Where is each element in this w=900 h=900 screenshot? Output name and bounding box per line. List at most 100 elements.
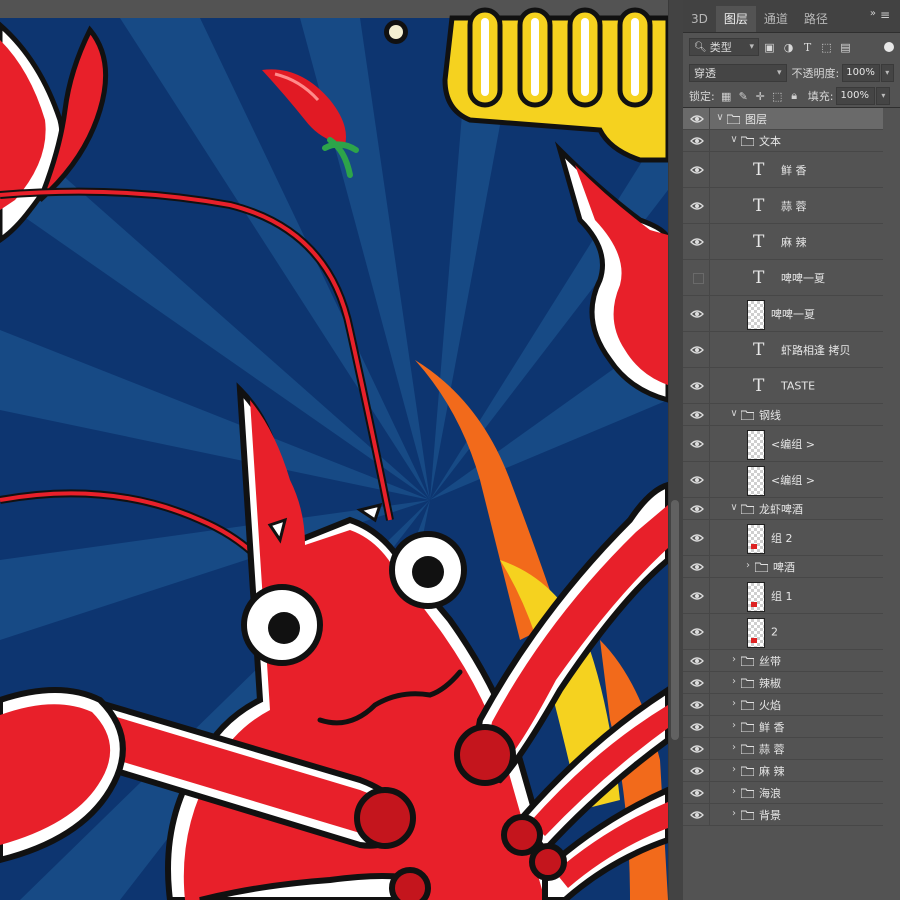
fill-dropdown-icon[interactable]: ▾	[876, 87, 891, 105]
chevron-down-icon[interactable]: ∨	[729, 502, 739, 513]
layer-row[interactable]: 组 2	[683, 520, 883, 556]
eye-icon[interactable]	[690, 201, 704, 211]
smart-object-filter-icon[interactable]: ▤	[837, 41, 854, 54]
chevron-down-icon[interactable]: ∨	[729, 408, 739, 419]
chevron-right-icon[interactable]: ›	[729, 808, 739, 819]
eye-icon[interactable]	[690, 562, 704, 572]
row-divider	[709, 462, 710, 497]
tab-paths[interactable]: 路径	[796, 6, 836, 32]
canvas-scrollbar-thumb[interactable]	[671, 500, 679, 740]
layer-row[interactable]: › 火焰	[683, 694, 883, 716]
eye-icon[interactable]	[690, 114, 704, 124]
eye-icon[interactable]	[690, 309, 704, 319]
filter-kind-select[interactable]: 🔍︎ 类型 ▾	[689, 38, 759, 56]
visibility-off-toggle[interactable]	[693, 272, 704, 284]
panel-menu-icon[interactable]: ≡	[880, 8, 894, 22]
layer-row[interactable]: ∨ 龙虾啤酒	[683, 498, 883, 520]
layer-row[interactable]: T鲜 香	[683, 152, 883, 188]
eye-icon[interactable]	[690, 410, 704, 420]
layer-row[interactable]: ∨ 图层	[683, 108, 883, 130]
layer-row[interactable]: › 麻 辣	[683, 760, 883, 782]
layer-row[interactable]: › 啤酒	[683, 556, 883, 578]
eye-icon[interactable]	[690, 475, 704, 485]
chevron-right-icon[interactable]: ›	[729, 676, 739, 687]
chevron-right-icon[interactable]: ›	[729, 764, 739, 775]
panel-tab-bar: 3D 图层 通道 路径 » ≡	[683, 0, 900, 33]
pixel-filter-icon[interactable]: ▣	[761, 41, 778, 54]
adjustment-filter-icon[interactable]: ◑	[780, 41, 797, 54]
blend-mode-select[interactable]: 穿透 ▾	[689, 64, 787, 82]
eye-icon[interactable]	[690, 504, 704, 514]
layer-row[interactable]: ∨ 文本	[683, 130, 883, 152]
chevron-right-icon[interactable]: ›	[729, 742, 739, 753]
eye-icon[interactable]	[690, 744, 704, 754]
eye-icon[interactable]	[690, 237, 704, 247]
eye-icon[interactable]	[690, 533, 704, 543]
eye-icon[interactable]	[690, 722, 704, 732]
text-layer-icon: T	[753, 375, 765, 396]
layer-row[interactable]: › 蒜 蓉	[683, 738, 883, 760]
fill-input[interactable]: 100%	[836, 87, 876, 105]
tab-channels[interactable]: 通道	[756, 6, 796, 32]
eye-icon[interactable]	[690, 700, 704, 710]
layer-row[interactable]: ∨ 钢线	[683, 404, 883, 426]
opacity-dropdown-icon[interactable]: ▾	[880, 64, 894, 82]
collapse-icon[interactable]: »	[870, 8, 876, 19]
layer-row[interactable]: T蒜 蓉	[683, 188, 883, 224]
chevron-right-icon[interactable]: ›	[729, 698, 739, 709]
layer-row[interactable]: › 丝带	[683, 650, 883, 672]
eye-icon[interactable]	[690, 810, 704, 820]
opacity-input[interactable]: 100%	[842, 64, 880, 82]
fill-label: 填充:	[807, 90, 834, 103]
eye-icon[interactable]	[690, 627, 704, 637]
eye-icon[interactable]	[690, 165, 704, 175]
layer-row[interactable]: 2	[683, 614, 883, 650]
eye-icon[interactable]	[690, 381, 704, 391]
row-divider	[709, 694, 710, 715]
layer-name: 火焰	[759, 698, 781, 712]
eye-icon[interactable]	[690, 439, 704, 449]
chevron-right-icon[interactable]: ›	[729, 654, 739, 665]
layer-row[interactable]: T 啤啤一夏	[683, 260, 883, 296]
layer-row[interactable]: 组 1	[683, 578, 883, 614]
eye-icon[interactable]	[690, 345, 704, 355]
canvas-scrollbar-track[interactable]	[668, 0, 684, 900]
canvas-area[interactable]	[0, 0, 668, 900]
layer-row[interactable]: › 辣椒	[683, 672, 883, 694]
eye-icon[interactable]	[690, 591, 704, 601]
layer-row[interactable]: <编组 >	[683, 462, 883, 498]
layer-name: 啤啤一夏	[771, 307, 815, 321]
layer-row[interactable]: › 背景	[683, 804, 883, 826]
lock-all-icon[interactable]: 🔒︎	[786, 89, 803, 103]
layer-row[interactable]: T麻 辣	[683, 224, 883, 260]
layer-name: 2	[771, 625, 778, 638]
eye-icon[interactable]	[690, 656, 704, 666]
layer-name: 辣椒	[759, 676, 781, 690]
eye-icon[interactable]	[690, 678, 704, 688]
lock-move-icon[interactable]: ✛	[752, 90, 769, 103]
chevron-down-icon[interactable]: ∨	[715, 112, 725, 123]
eye-icon[interactable]	[690, 136, 704, 146]
eye-icon[interactable]	[690, 788, 704, 798]
layer-row[interactable]: T 虾路相逢 拷贝	[683, 332, 883, 368]
chevron-right-icon[interactable]: ›	[729, 786, 739, 797]
layer-row[interactable]: T TASTE	[683, 368, 883, 404]
chevron-right-icon[interactable]: ›	[729, 720, 739, 731]
shape-filter-icon[interactable]: ⬚	[818, 41, 835, 54]
layer-row[interactable]: › 鲜 香	[683, 716, 883, 738]
lock-transparent-icon[interactable]: ▦	[718, 90, 735, 103]
eye-icon[interactable]	[690, 766, 704, 776]
chevron-right-icon[interactable]: ›	[743, 560, 753, 571]
tab-layers[interactable]: 图层	[715, 6, 756, 32]
lock-artboard-icon[interactable]: ⬚	[769, 90, 786, 103]
layer-row[interactable]: › 海浪	[683, 782, 883, 804]
layer-row[interactable]: <编组 >	[683, 426, 883, 462]
layer-row[interactable]: 啤啤一夏	[683, 296, 883, 332]
filter-toggle-icon[interactable]	[884, 42, 894, 52]
lock-brush-icon[interactable]: ✎	[735, 90, 752, 103]
text-filter-icon[interactable]: T	[799, 41, 816, 54]
chevron-down-icon[interactable]: ∨	[729, 134, 739, 145]
lobster-poster-artwork[interactable]	[0, 0, 668, 900]
row-divider	[709, 152, 710, 187]
tab-3d[interactable]: 3D	[683, 6, 716, 32]
